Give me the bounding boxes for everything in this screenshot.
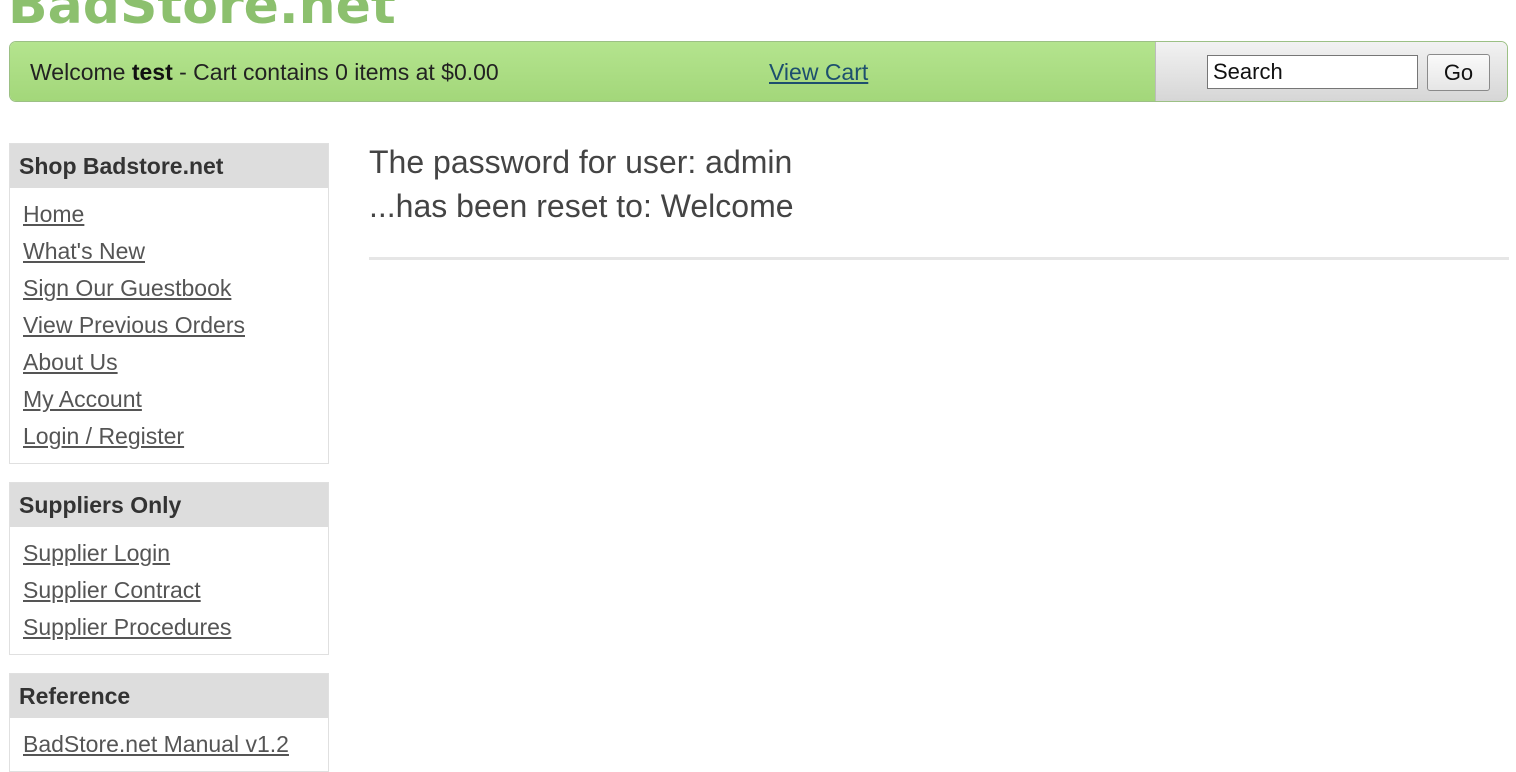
shop-box-title: Shop Badstore.net	[10, 144, 328, 188]
site-logo: BadStore.net	[8, 0, 396, 32]
reference-box-title: Reference	[10, 674, 328, 718]
sidebar-link-home[interactable]: Home	[23, 196, 328, 233]
shop-links: Home What's New Sign Our Guestbook View …	[10, 188, 328, 463]
reset-message: The password for user: admin ...has been…	[369, 140, 794, 228]
sidebar-link-my-account[interactable]: My Account	[23, 381, 328, 418]
reference-box: Reference BadStore.net Manual v1.2	[9, 673, 329, 772]
sidebar-link-guestbook[interactable]: Sign Our Guestbook	[23, 270, 328, 307]
content-divider	[369, 257, 1509, 260]
sidebar-link-whats-new[interactable]: What's New	[23, 233, 328, 270]
suppliers-links: Supplier Login Supplier Contract Supplie…	[10, 527, 328, 654]
reset-message-line-1: The password for user: admin	[369, 144, 793, 180]
suppliers-box-title: Suppliers Only	[10, 483, 328, 527]
sidebar-link-manual[interactable]: BadStore.net Manual v1.2	[23, 726, 328, 763]
search-area: Go	[1155, 42, 1507, 101]
sidebar-link-about-us[interactable]: About Us	[23, 344, 328, 381]
cart-summary: - Cart contains 0 items at $0.00	[172, 59, 499, 85]
sidebar-link-previous-orders[interactable]: View Previous Orders	[23, 307, 328, 344]
sidebar-link-login-register[interactable]: Login / Register	[23, 418, 328, 455]
go-button[interactable]: Go	[1427, 54, 1490, 91]
view-cart-link[interactable]: View Cart	[769, 59, 868, 86]
welcome-prefix: Welcome	[30, 59, 132, 85]
username: test	[131, 59, 173, 85]
shop-box: Shop Badstore.net Home What's New Sign O…	[9, 143, 329, 464]
sidebar-link-supplier-procedures[interactable]: Supplier Procedures	[23, 609, 328, 646]
welcome-area: Welcome test - Cart contains 0 items at …	[10, 42, 1155, 101]
suppliers-box: Suppliers Only Supplier Login Supplier C…	[9, 482, 329, 655]
sidebar-link-supplier-login[interactable]: Supplier Login	[23, 535, 328, 572]
reference-links: BadStore.net Manual v1.2	[10, 718, 328, 771]
search-input[interactable]	[1207, 55, 1418, 89]
sidebar-link-supplier-contract[interactable]: Supplier Contract	[23, 572, 328, 609]
reset-message-line-2: ...has been reset to: Welcome	[369, 188, 794, 224]
welcome-message: Welcome test - Cart contains 0 items at …	[30, 59, 499, 86]
top-bar: Welcome test - Cart contains 0 items at …	[9, 41, 1508, 102]
